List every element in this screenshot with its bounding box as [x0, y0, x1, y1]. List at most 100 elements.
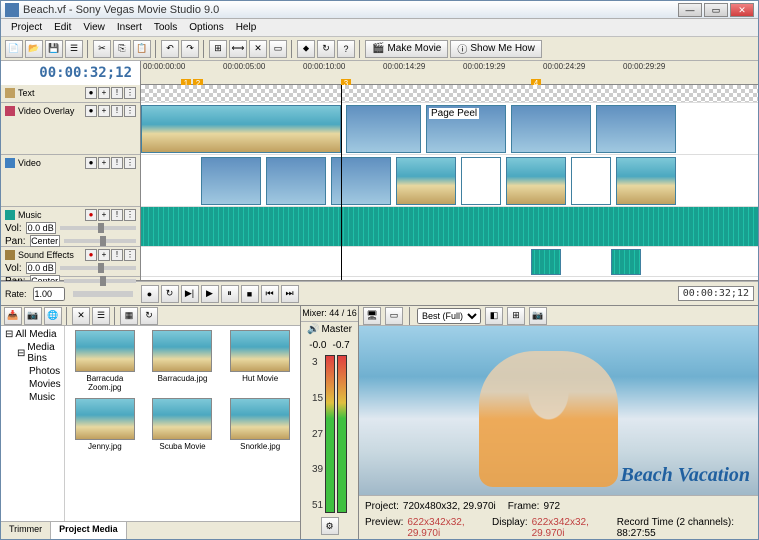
media-item[interactable]: Hut Movie [224, 330, 296, 392]
menu-options[interactable]: Options [183, 22, 229, 33]
new-icon[interactable]: 📄 [5, 40, 23, 58]
go-start-button[interactable]: ⏮ [261, 285, 279, 303]
loop-icon[interactable]: ↻ [317, 40, 335, 58]
media-item[interactable]: Snorkle.jpg [224, 398, 296, 451]
capture-icon[interactable]: 📷 [24, 307, 42, 325]
track-record-button[interactable]: ● [85, 157, 97, 169]
track-header-overlay[interactable]: Video Overlay ● + ! ⋮ [1, 103, 140, 155]
track-more-button[interactable]: ⋮ [124, 209, 136, 221]
preview-overlay-icon[interactable]: ⊞ [507, 307, 525, 325]
media-item[interactable]: Barracuda Zoom.jpg [69, 330, 141, 392]
track-mute-button[interactable]: ! [111, 209, 123, 221]
copy-icon[interactable]: ⎘ [113, 40, 131, 58]
save-icon[interactable]: 💾 [45, 40, 63, 58]
marker-icon[interactable]: ⬥ [297, 40, 315, 58]
tree-music[interactable]: Music [3, 391, 62, 404]
vol-slider[interactable] [60, 226, 136, 230]
show-me-how-button[interactable]: ⓘShow Me How [450, 40, 541, 58]
clip-overlay-2[interactable] [346, 105, 421, 153]
loop-button[interactable]: ↻ [161, 285, 179, 303]
tree-media-bins[interactable]: ⊟ Media Bins [3, 341, 62, 365]
track-mute-button[interactable]: ! [111, 87, 123, 99]
transport-timecode[interactable]: 00:00:32;12 [678, 286, 754, 301]
timecode-display[interactable]: 00:00:32;12 [1, 61, 140, 85]
views-icon[interactable]: ▦ [120, 307, 138, 325]
maximize-button[interactable]: ▭ [704, 3, 728, 17]
rate-input[interactable] [33, 287, 65, 301]
media-item[interactable]: Barracuda.jpg [147, 330, 219, 392]
undo-icon[interactable]: ↶ [161, 40, 179, 58]
clip-video-6[interactable] [616, 157, 676, 205]
clip-overlay-5[interactable] [596, 105, 676, 153]
media-item[interactable]: Scuba Movie [147, 398, 219, 451]
preview-device-icon[interactable]: 🖥 [363, 307, 381, 325]
track-mute-button[interactable]: ! [111, 157, 123, 169]
menu-help[interactable]: Help [230, 22, 263, 33]
track-fx-button[interactable]: + [98, 249, 110, 261]
snap-icon[interactable]: ⊞ [209, 40, 227, 58]
media-item[interactable]: Jenny.jpg [69, 398, 141, 451]
help-icon[interactable]: ? [337, 40, 355, 58]
tab-project-media[interactable]: Project Media [51, 522, 127, 539]
props-icon[interactable]: ☰ [92, 307, 110, 325]
track-more-button[interactable]: ⋮ [124, 87, 136, 99]
open-icon[interactable]: 📂 [25, 40, 43, 58]
track-header-text[interactable]: Text ● + ! ⋮ [1, 85, 140, 103]
clip-video-5[interactable] [506, 157, 566, 205]
rate-slider[interactable] [73, 291, 133, 297]
pan-slider[interactable] [64, 239, 136, 243]
track-record-button[interactable]: ● [85, 87, 97, 99]
paste-icon[interactable]: 📋 [133, 40, 151, 58]
track-more-button[interactable]: ⋮ [124, 105, 136, 117]
sfx-track-lane[interactable] [141, 247, 758, 277]
properties-icon[interactable]: ☰ [65, 40, 83, 58]
getmedia-icon[interactable]: 🌐 [44, 307, 62, 325]
preview-quality-select[interactable]: Best (Full) [417, 308, 481, 324]
track-more-button[interactable]: ⋮ [124, 157, 136, 169]
go-end-button[interactable]: ⏭ [281, 285, 299, 303]
clip-video-2[interactable] [266, 157, 326, 205]
timeline-tracks[interactable]: Page Peel [141, 85, 758, 280]
sfx-vol-input[interactable] [26, 262, 56, 274]
make-movie-button[interactable]: 🎬Make Movie [365, 40, 448, 58]
track-mute-button[interactable]: ! [111, 249, 123, 261]
music-pan-input[interactable] [30, 235, 60, 247]
autocross-icon[interactable]: ✕ [249, 40, 267, 58]
tree-photos[interactable]: Photos [3, 365, 62, 378]
menu-edit[interactable]: Edit [48, 22, 77, 33]
stop-button[interactable]: ■ [241, 285, 259, 303]
menu-project[interactable]: Project [5, 22, 48, 33]
track-fx-button[interactable]: + [98, 105, 110, 117]
ripple-icon[interactable]: ⟷ [229, 40, 247, 58]
preview-viewport[interactable]: Beach Vacation [359, 326, 758, 495]
timeline-content[interactable]: 00:00:00:00 00:00:05:00 00:00:10:00 00:0… [141, 61, 758, 280]
record-button[interactable]: ● [141, 285, 159, 303]
music-vol-input[interactable] [26, 222, 56, 234]
track-arm-button[interactable]: ● [85, 249, 97, 261]
track-fx-button[interactable]: + [98, 209, 110, 221]
track-record-button[interactable]: ● [85, 105, 97, 117]
clip-sfx-1[interactable] [531, 249, 561, 275]
remove-icon[interactable]: ✕ [72, 307, 90, 325]
pan-slider[interactable] [64, 279, 136, 283]
vol-slider[interactable] [60, 266, 136, 270]
tree-movies[interactable]: Movies [3, 378, 62, 391]
clip-overlay-3[interactable]: Page Peel [426, 105, 506, 153]
mixer-settings-icon[interactable]: ⚙ [321, 517, 339, 535]
track-header-sfx[interactable]: Sound Effects ● + ! ⋮ Vol: Pan: [1, 247, 140, 277]
menu-view[interactable]: View [77, 22, 111, 33]
clip-video-4[interactable] [396, 157, 456, 205]
clip-sfx-2[interactable] [611, 249, 641, 275]
tree-all-media[interactable]: ⊟ All Media [3, 328, 62, 341]
track-header-music[interactable]: Music ● + ! ⋮ Vol: Pan: [1, 207, 140, 247]
music-track-lane[interactable] [141, 207, 758, 247]
text-track-lane[interactable] [141, 85, 758, 103]
playhead[interactable] [341, 85, 342, 280]
clip-video-3[interactable] [331, 157, 391, 205]
play-button[interactable]: ▶ [201, 285, 219, 303]
clip-video-gap-2[interactable] [571, 157, 611, 205]
video-track-lane[interactable] [141, 155, 758, 207]
clip-video-gap-1[interactable] [461, 157, 501, 205]
redo-icon[interactable]: ↷ [181, 40, 199, 58]
import-icon[interactable]: 📥 [4, 307, 22, 325]
